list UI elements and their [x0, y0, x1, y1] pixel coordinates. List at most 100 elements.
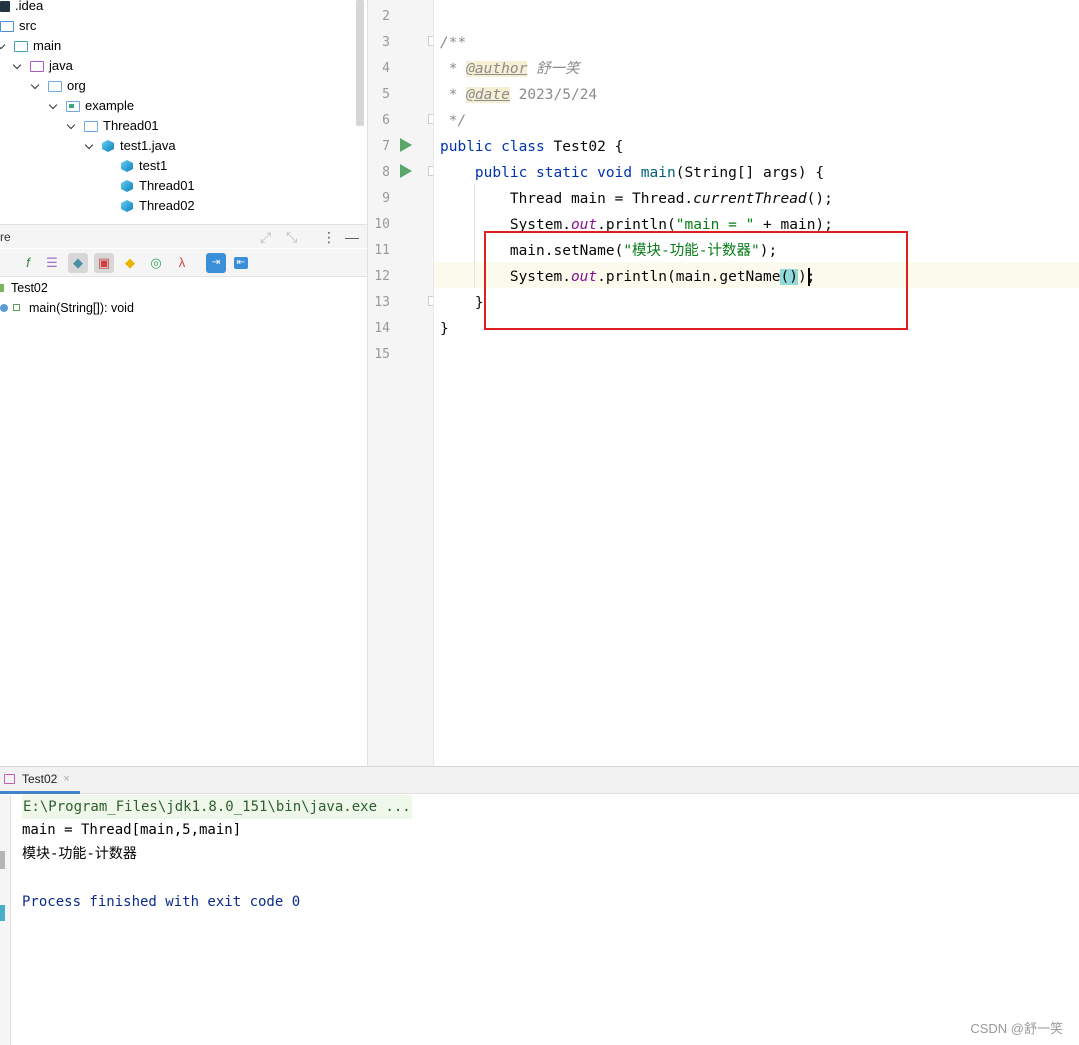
- chevron-down-icon[interactable]: [48, 100, 60, 112]
- chevron-down-icon[interactable]: [30, 80, 42, 92]
- line-number: 7: [382, 139, 390, 154]
- class-icon: [121, 200, 133, 212]
- tree-item-label: test1: [139, 158, 168, 173]
- line-number: 11: [374, 243, 390, 258]
- code-line-7: public class Test02 {: [440, 139, 624, 155]
- structure-class-label: Test02: [11, 281, 48, 295]
- tree-item-label: .idea: [15, 0, 44, 13]
- run-class-icon[interactable]: [400, 138, 412, 152]
- show-properties-icon[interactable]: ☰: [42, 253, 62, 273]
- watermark: CSDN @舒一笑: [970, 1021, 1063, 1036]
- tab-run-test02[interactable]: Test02 ×: [0, 767, 80, 794]
- structure-tree: Test02 main(String[]): void: [0, 278, 367, 766]
- line-number: 3: [382, 35, 390, 50]
- console-exit-line: Process finished with exit code 0: [22, 894, 301, 910]
- code-line-9: Thread main = Thread.currentThread();: [440, 191, 833, 207]
- tree-item-thread02-class[interactable]: Thread02: [121, 196, 195, 216]
- source-root-icon: [30, 60, 44, 72]
- autoscroll-from-source-icon[interactable]: ⇤: [231, 253, 251, 273]
- line-number: 5: [382, 87, 390, 102]
- line-number: 2: [382, 9, 390, 24]
- code-editor[interactable]: /** * @author 舒一笑 * @date 2023/5/24 */ p…: [433, 0, 1079, 766]
- method-icon: [0, 304, 8, 312]
- tree-item-label: org: [67, 78, 86, 93]
- tree-item-idea[interactable]: .idea: [0, 0, 43, 16]
- tree-item-label: src: [19, 18, 37, 33]
- public-lock-icon: [13, 304, 20, 311]
- code-line-4: * @author 舒一笑: [440, 61, 580, 77]
- console-output-line: main = Thread[main,5,main]: [22, 822, 242, 838]
- console-output-line: 模块-功能-计数器: [22, 846, 137, 862]
- line-number: 9: [382, 191, 390, 206]
- console-output[interactable]: E:\Program_Files\jdk1.8.0_151\bin\java.e…: [11, 795, 1079, 1045]
- chevron-down-icon[interactable]: [66, 120, 78, 132]
- line-number: 12: [374, 269, 390, 284]
- show-private-icon[interactable]: ▣: [94, 253, 114, 273]
- tree-item-org[interactable]: org: [30, 76, 86, 96]
- structure-item-class[interactable]: Test02: [0, 278, 48, 298]
- code-line-13: }: [440, 295, 484, 311]
- console-tool-icon[interactable]: [0, 905, 5, 921]
- show-fields-icon[interactable]: f: [18, 253, 38, 273]
- java-file-icon: [102, 140, 114, 152]
- collapse-all-icon[interactable]: ⤡: [286, 229, 297, 246]
- code-line-14: }: [440, 321, 449, 337]
- tree-item-test1-class[interactable]: test1: [121, 156, 167, 176]
- package-icon: [48, 80, 62, 92]
- tree-item-label: example: [85, 98, 135, 113]
- run-main-icon[interactable]: [400, 164, 412, 178]
- console-tool-icon[interactable]: [0, 851, 5, 869]
- run-config-icon: [4, 774, 15, 784]
- date-value: 2023/5/24: [518, 87, 598, 103]
- tree-item-label: java: [49, 58, 73, 73]
- autoscroll-to-source-icon[interactable]: ⇥: [206, 253, 226, 273]
- expand-all-icon[interactable]: ⤢: [260, 229, 271, 246]
- chevron-down-icon[interactable]: [0, 40, 8, 52]
- source-folder-icon: [0, 20, 14, 32]
- package-icon: [66, 100, 80, 112]
- show-inherited-icon[interactable]: ◆: [120, 253, 140, 273]
- line-number: 14: [374, 321, 390, 336]
- project-scrollbar[interactable]: [356, 0, 364, 126]
- tree-item-main[interactable]: main: [0, 36, 61, 56]
- tree-item-thread01-class[interactable]: Thread01: [121, 176, 195, 196]
- chevron-down-icon[interactable]: [12, 60, 24, 72]
- tree-item-example[interactable]: example: [48, 96, 134, 116]
- package-icon: [84, 120, 98, 132]
- structure-method-label: main(String[]): void: [29, 301, 134, 315]
- project-tree: .idea src main java org example Thread01…: [0, 0, 367, 218]
- line-number: 13: [374, 295, 390, 310]
- hide-panel-icon[interactable]: —: [345, 229, 359, 245]
- code-line-5: * @date 2023/5/24: [440, 87, 598, 103]
- structure-item-method[interactable]: main(String[]): void: [0, 298, 134, 318]
- tree-item-label: Thread01: [139, 178, 195, 193]
- line-number: 8: [382, 165, 390, 180]
- code-line-8: public static void main(String[] args) {: [474, 165, 825, 181]
- tree-item-java[interactable]: java: [12, 56, 73, 76]
- author-value: 舒一笑: [536, 61, 580, 77]
- tab-label: Test02: [22, 772, 58, 786]
- more-options-icon[interactable]: ⋮: [322, 229, 336, 246]
- editor-gutter: 2 3 4 5 6 7 8 9 10 11 12 13 14 15: [367, 0, 438, 766]
- console-command-line: E:\Program_Files\jdk1.8.0_151\bin\java.e…: [22, 795, 412, 819]
- tree-item-test1-java[interactable]: test1.java: [84, 136, 176, 156]
- tree-item-thread01-package[interactable]: Thread01: [66, 116, 159, 136]
- folder-icon: [0, 0, 10, 12]
- code-line-3: /**: [440, 35, 467, 51]
- line-number: 6: [382, 113, 390, 128]
- class-name: Test02: [553, 139, 606, 155]
- line-number: 4: [382, 61, 390, 76]
- structure-toolbar: f ☰ ◆ ▣ ◆ ◎ λ ⇥ ⇤: [0, 249, 367, 277]
- code-line-6: */: [440, 113, 467, 129]
- tree-item-src[interactable]: src: [0, 16, 36, 36]
- class-icon: [121, 160, 133, 172]
- show-tags-icon[interactable]: ◆: [68, 253, 88, 273]
- show-lambdas-icon[interactable]: λ: [172, 253, 192, 273]
- line-number: 15: [374, 347, 390, 362]
- structure-header: re ⤢ ⤡ ⋮ —: [0, 224, 367, 248]
- show-anonymous-icon[interactable]: ◎: [146, 253, 166, 273]
- chevron-down-icon[interactable]: [84, 140, 96, 152]
- highlight-box: [484, 231, 908, 330]
- close-icon[interactable]: ×: [63, 773, 69, 785]
- line-number: 10: [374, 217, 390, 232]
